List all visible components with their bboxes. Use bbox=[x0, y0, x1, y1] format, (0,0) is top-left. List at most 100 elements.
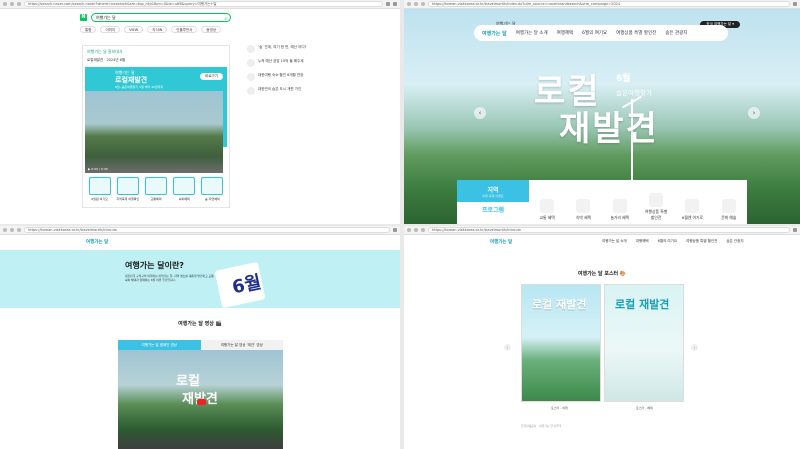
campaign-video[interactable]: ▶ 0:00 / 0:30 bbox=[85, 91, 223, 173]
poster-caption: 포스터 - 혜택 bbox=[636, 406, 653, 410]
list-item[interactable]: 누적 예산 공감 10억 돌 해주세 bbox=[247, 59, 331, 67]
nav-item[interactable]: 여행상품 특별 할인전 bbox=[686, 239, 717, 244]
forward-icon[interactable] bbox=[414, 2, 418, 6]
menu-icon[interactable] bbox=[793, 228, 797, 232]
next-poster-icon[interactable]: › bbox=[691, 344, 698, 351]
naver-header: N 여행가는 달 ⌕ bbox=[0, 10, 400, 24]
campaign-video[interactable]: 로컬 재발견 bbox=[118, 350, 283, 449]
next-slide-icon[interactable]: › bbox=[748, 107, 760, 119]
forward-icon[interactable] bbox=[10, 228, 14, 232]
quick-link[interactable]: 6월원 여기요 bbox=[87, 177, 112, 207]
calendar-month: 6월 bbox=[230, 271, 264, 299]
list-item[interactable]: ‘숲’ 관계, 여기 한 번, 예산 어디? bbox=[247, 45, 331, 53]
category-item[interactable]: 숙박 혜택 bbox=[571, 199, 595, 221]
menu-icon[interactable] bbox=[393, 2, 397, 6]
intro-band: 여행가는 달이란? 대한민국 구석구석 여행하는 여행가는 달, 지역 명소를 … bbox=[0, 250, 400, 309]
browser-chrome: https://search.naver.com/search.naver?wh… bbox=[0, 0, 400, 9]
nav-item[interactable]: 6월의 여기요 bbox=[658, 239, 677, 244]
quick-link[interactable]: 교통혜택 bbox=[143, 177, 168, 207]
category-item[interactable]: 여행상품 특별 할인전 bbox=[644, 193, 668, 221]
nav-item[interactable]: 여행가는 달 소개 bbox=[602, 239, 627, 244]
menu-icon[interactable] bbox=[793, 2, 797, 6]
footer-text: 한국관광공사 · 여행가는 달 사무국 bbox=[521, 424, 562, 428]
nav-item[interactable]: 6월의 여기요 bbox=[582, 30, 607, 36]
tab-all[interactable]: 통합 bbox=[80, 26, 97, 33]
category-item[interactable]: 놀거리 혜택 bbox=[608, 199, 632, 221]
category-item[interactable]: 문화 예술 bbox=[717, 199, 741, 221]
hero-month: 6월 bbox=[616, 74, 631, 84]
address-bar[interactable]: https://korean.visitkorea.or.kr/travelmo… bbox=[428, 227, 790, 233]
prev-slide-icon[interactable]: ‹ bbox=[474, 107, 486, 119]
list-item[interactable]: 대한민국 숨은 도시 개편 가진 bbox=[247, 87, 331, 95]
banner-subtitle: 6월, 숨은여행찾기 1일 부터 30일까지 bbox=[115, 85, 164, 89]
refresh-icon[interactable] bbox=[421, 228, 425, 232]
poster-benefit[interactable]: 로컬 재발견 bbox=[604, 284, 684, 402]
travel-month-home-window: https://korean.visitkorea.or.kr/travelmo… bbox=[404, 0, 800, 224]
back-icon[interactable] bbox=[407, 2, 411, 6]
site-logo[interactable]: 여행가는 달 bbox=[482, 30, 507, 37]
back-icon[interactable] bbox=[407, 228, 411, 232]
intro-heading: 여행가는 달이란? bbox=[125, 261, 184, 270]
back-icon[interactable] bbox=[3, 228, 7, 232]
star-icon[interactable] bbox=[386, 2, 390, 6]
hero-tagline: 숨은여행찾기 bbox=[616, 89, 652, 97]
browser-chrome: https://korean.visitkorea.or.kr/travelmo… bbox=[0, 226, 400, 235]
youtube-play-icon[interactable] bbox=[197, 399, 206, 405]
region-box[interactable]: 지역 여행·축제 이벤트 프로그램 bbox=[457, 180, 529, 224]
site-logo[interactable]: 여행가는 달 bbox=[490, 239, 512, 245]
video-controls[interactable]: ▶ 0:00 / 0:30 bbox=[88, 167, 220, 171]
main-nav: 여행가는 달 소개 여행혜택 6월의 여기요 여행상품 특별 할인전 숨은 관광… bbox=[602, 239, 744, 244]
hero-title-line2: 재발견 bbox=[559, 109, 659, 149]
address-bar[interactable]: https://korean.visitkorea.or.kr/travelmo… bbox=[24, 227, 390, 233]
program-tab[interactable]: 프로그램 bbox=[457, 202, 529, 224]
menu-icon[interactable] bbox=[393, 228, 397, 232]
prev-poster-icon[interactable]: ‹ bbox=[504, 344, 511, 351]
brand-search-card: 여행가는 달 홍보대사 로컬재발견 · 2024년 6월 여행가는 달 로컬재발… bbox=[82, 45, 230, 208]
video-section-title: 여행가는 달 영상 🎬 bbox=[178, 321, 222, 327]
quick-link[interactable]: 지역축제 여행확인 bbox=[115, 177, 140, 207]
address-bar[interactable]: https://search.naver.com/search.naver?wh… bbox=[24, 1, 383, 7]
building-icon bbox=[576, 199, 591, 213]
nav-item[interactable]: 숨은 관광지 bbox=[665, 30, 687, 36]
tab-campaign-video[interactable]: 여행가는 달 캠페인 영상 bbox=[118, 340, 201, 350]
tab-influencer[interactable]: 인플루언서 bbox=[171, 26, 198, 33]
banner-title: 로컬재발견 bbox=[115, 76, 148, 84]
tab-video[interactable]: 동영상 bbox=[201, 26, 222, 33]
search-icon[interactable]: ⌕ bbox=[224, 15, 227, 23]
tab-kin[interactable]: 지식iN bbox=[147, 26, 168, 33]
category-item[interactable]: 교통 혜택 bbox=[535, 199, 559, 221]
nav-item[interactable]: 숨은 관광지 bbox=[726, 239, 743, 244]
card-header[interactable]: 여행가는 달 홍보대사 bbox=[83, 46, 229, 58]
tab-image[interactable]: 이미지 bbox=[100, 26, 121, 33]
poster-travel[interactable]: 로컬 재발견 bbox=[521, 284, 601, 402]
refresh-icon[interactable] bbox=[17, 2, 21, 6]
address-bar[interactable]: https://korean.visitkorea.or.kr/travelmo… bbox=[428, 1, 790, 7]
balloon-icon bbox=[612, 199, 627, 213]
browser-chrome: https://korean.visitkorea.or.kr/travelmo… bbox=[404, 0, 800, 9]
quick-link[interactable]: 숙박혜택 bbox=[172, 177, 197, 207]
nav-item[interactable]: 여행혜택 bbox=[636, 239, 649, 244]
category-item[interactable]: 6월엔 여기로 bbox=[680, 199, 704, 221]
search-input[interactable]: 여행가는 달 ⌕ bbox=[91, 12, 231, 23]
nav-item[interactable]: 여행상품 특별 할인전 bbox=[616, 30, 656, 36]
thumbnail bbox=[247, 73, 255, 81]
thumbnail bbox=[247, 45, 255, 53]
forward-icon[interactable] bbox=[10, 2, 14, 6]
refresh-icon[interactable] bbox=[421, 2, 425, 6]
banner-button[interactable]: 바로가기 bbox=[200, 73, 223, 80]
site-logo[interactable]: 여행가는 달 bbox=[86, 239, 108, 245]
festival-icon bbox=[116, 177, 139, 195]
poster-title: 로컬 재발견 bbox=[615, 298, 670, 311]
forward-icon[interactable] bbox=[414, 228, 418, 232]
nav-item[interactable]: 여행혜택 bbox=[557, 30, 574, 36]
nav-item[interactable]: 여행가는 달 소개 bbox=[516, 30, 548, 36]
search-tabs: 통합 이미지 VIEW 지식iN 인플루언서 동영상 bbox=[80, 26, 222, 33]
tree-icon bbox=[201, 177, 224, 195]
tab-other-video[interactable]: 여행가는 달 영상 ‘재건’ 영상 bbox=[200, 340, 283, 350]
tab-view[interactable]: VIEW bbox=[124, 26, 144, 33]
naver-logo[interactable]: N bbox=[80, 13, 87, 21]
back-icon[interactable] bbox=[3, 2, 7, 6]
quick-link[interactable]: 숲·자연혜택 bbox=[200, 177, 225, 207]
list-item[interactable]: 대한여행 숙소·할인 6개월 연장 bbox=[247, 73, 331, 81]
refresh-icon[interactable] bbox=[17, 228, 21, 232]
